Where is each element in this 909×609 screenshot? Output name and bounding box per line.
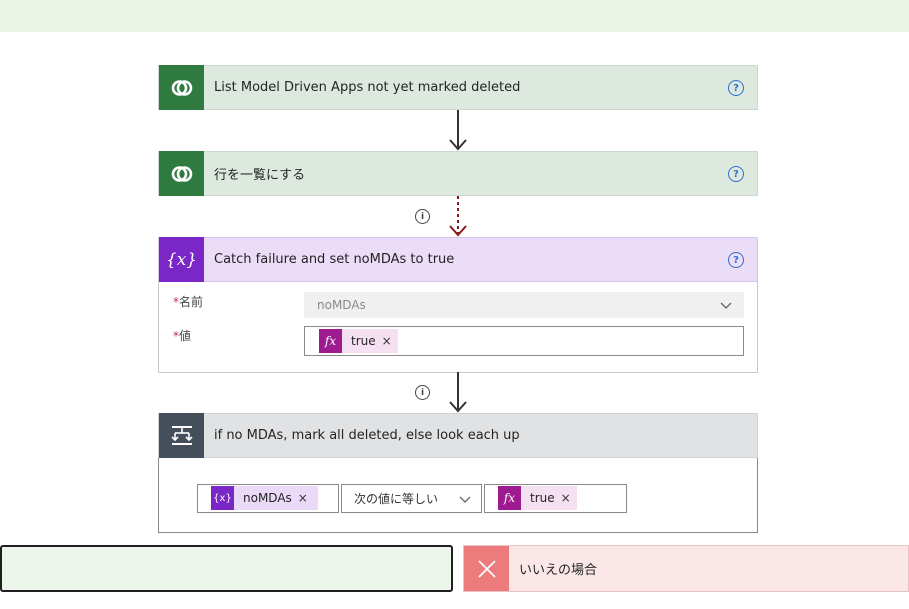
action-body: *名前 noMDAs *値 fx true × [158, 282, 758, 373]
action-header[interactable]: List Model Driven Apps not yet marked de… [158, 65, 758, 110]
name-field-label: *名前 [173, 295, 204, 309]
token-label: noMDAs [243, 491, 292, 505]
close-icon [464, 546, 509, 591]
condition-header[interactable]: if no MDAs, mark all deleted, else look … [158, 413, 758, 458]
connector-arrow [449, 372, 467, 413]
dataverse-icon [159, 65, 204, 110]
help-icon[interactable]: ? [728, 166, 744, 182]
no-branch-label: いいえの場合 [519, 563, 598, 578]
condition-left-operand[interactable]: {x} noMDAs × [197, 484, 339, 513]
value-input[interactable]: fx true × [304, 326, 744, 356]
token-label: true [351, 334, 376, 348]
variable-glyph: {x} [165, 249, 198, 270]
run-after-arrow[interactable] [448, 196, 468, 238]
action-title: 行を一覧にする [214, 168, 306, 183]
action-card-list-rows[interactable]: 行を一覧にする ? [158, 151, 758, 196]
operator-value: 次の値に等しい [354, 492, 439, 506]
help-icon[interactable]: ? [728, 80, 744, 96]
variable-token-icon: {x} [211, 486, 234, 510]
action-title: Catch failure and set noMDAs to true [214, 252, 455, 267]
no-branch[interactable]: いいえの場合 [463, 545, 909, 592]
top-band [0, 0, 909, 32]
action-card-list-mda[interactable]: List Model Driven Apps not yet marked de… [158, 65, 758, 110]
fx-icon: fx [498, 486, 521, 510]
fx-icon: fx [319, 329, 342, 353]
remove-token-icon[interactable]: × [382, 334, 398, 348]
name-select[interactable]: noMDAs [304, 292, 744, 318]
dataverse-icon [159, 151, 204, 196]
condition-card[interactable]: if no MDAs, mark all deleted, else look … [158, 413, 758, 533]
condition-title: if no MDAs, mark all deleted, else look … [214, 428, 520, 443]
remove-token-icon[interactable]: × [298, 491, 318, 505]
chevron-down-icon [459, 496, 471, 503]
chevron-down-icon [720, 302, 732, 309]
help-icon[interactable]: ? [728, 252, 744, 268]
token-label: true [530, 491, 555, 505]
condition-icon [159, 413, 204, 458]
variable-token[interactable]: {x} noMDAs × [211, 486, 318, 510]
action-card-set-variable[interactable]: {x} Catch failure and set noMDAs to true… [158, 237, 758, 373]
condition-body: {x} noMDAs × 次の値に等しい fx true × [158, 458, 758, 533]
condition-right-operand[interactable]: fx true × [484, 484, 627, 513]
name-select-value: noMDAs [317, 298, 366, 312]
value-field-label: *値 [173, 329, 192, 343]
info-icon[interactable]: i [415, 385, 430, 400]
expression-token[interactable]: fx true × [319, 329, 398, 353]
variable-icon: {x} [159, 237, 204, 282]
expression-token[interactable]: fx true × [498, 486, 577, 510]
action-title: List Model Driven Apps not yet marked de… [214, 80, 521, 95]
yes-branch[interactable] [0, 545, 453, 592]
action-header[interactable]: {x} Catch failure and set noMDAs to true… [158, 237, 758, 282]
action-header[interactable]: 行を一覧にする ? [158, 151, 758, 196]
info-icon[interactable]: i [415, 209, 430, 224]
remove-token-icon[interactable]: × [561, 491, 577, 505]
condition-operator-select[interactable]: 次の値に等しい [341, 484, 482, 513]
connector-arrow [449, 110, 467, 151]
